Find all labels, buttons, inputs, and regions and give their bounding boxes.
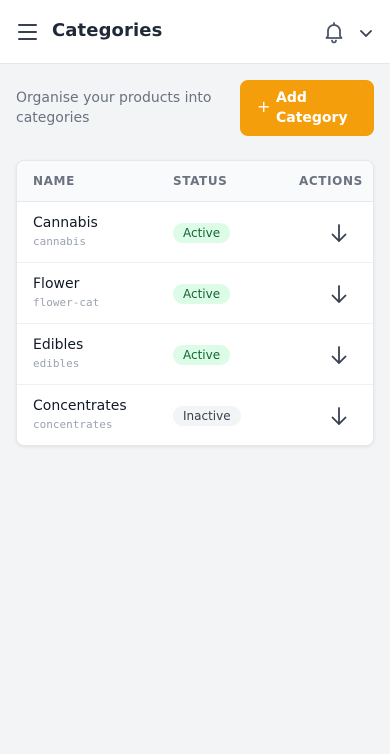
table-header: NAME STATUS ACTIONS: [17, 161, 373, 202]
table-row[interactable]: Flower flower-cat Active: [17, 263, 373, 324]
category-name: Edibles: [33, 337, 84, 353]
table-row[interactable]: Concentrates concentrates Inactive: [17, 385, 373, 445]
status-badge: Active: [173, 345, 231, 365]
bell-icon[interactable]: [322, 20, 346, 44]
status-badge: Inactive: [173, 406, 241, 426]
category-name: Concentrates: [33, 398, 127, 414]
category-slug: flower-cat: [33, 296, 100, 309]
category-slug: concentrates: [33, 418, 113, 431]
arrow-down-icon[interactable]: [329, 222, 349, 244]
plus-icon: +: [257, 97, 271, 116]
hamburger-menu-icon[interactable]: [18, 23, 38, 41]
column-header-actions: ACTIONS: [299, 174, 363, 188]
table-row[interactable]: Cannabis cannabis Active: [17, 202, 373, 263]
top-bar: Categories: [0, 0, 390, 64]
chevron-down-icon[interactable]: [357, 24, 375, 42]
category-slug: edibles: [33, 357, 80, 370]
category-name: Flower: [33, 276, 80, 292]
arrow-down-icon[interactable]: [329, 344, 349, 366]
column-header-status[interactable]: STATUS: [173, 174, 227, 188]
category-name: Cannabis: [33, 215, 98, 231]
column-header-name[interactable]: NAME: [33, 174, 75, 188]
status-badge: Active: [173, 284, 231, 304]
add-category-button[interactable]: + Add Category: [240, 80, 374, 136]
category-slug: cannabis: [33, 235, 86, 248]
categories-table: NAME STATUS ACTIONS Cannabis cannabis Ac…: [16, 160, 374, 446]
arrow-down-icon[interactable]: [329, 283, 349, 305]
add-category-label: Add Category: [276, 90, 348, 126]
page-subtitle: Organise your products into categories: [16, 90, 212, 126]
table-row[interactable]: Edibles edibles Active: [17, 324, 373, 385]
page-title: Categories: [52, 20, 163, 41]
status-badge: Active: [173, 223, 231, 243]
arrow-down-icon[interactable]: [329, 405, 349, 427]
